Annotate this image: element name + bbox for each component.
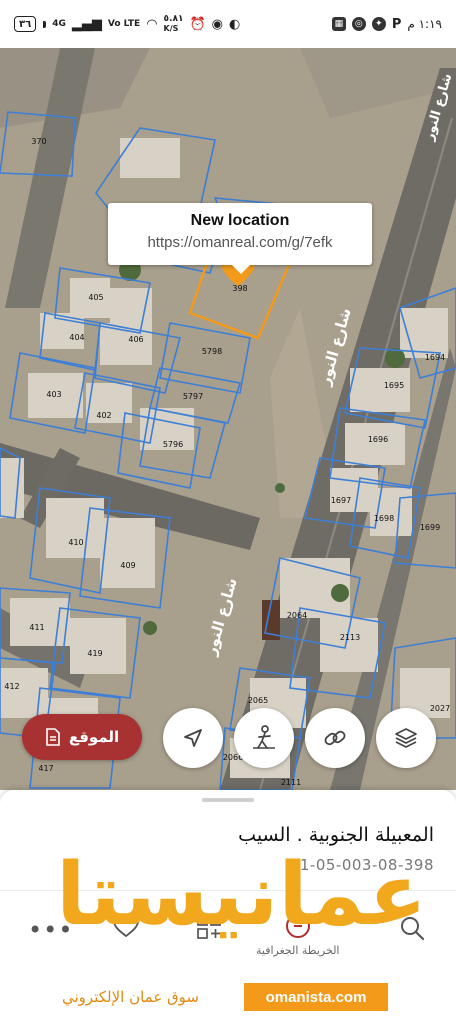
satellite-map: 370 397 407 405 404 406 5798 403 402 579…	[0, 48, 456, 790]
plot-label: 406	[128, 335, 143, 344]
watermark-subtitle: سوق عمان الإلكتروني	[62, 988, 199, 1006]
popup-url[interactable]: https://omanreal.com/g/7efk	[108, 234, 372, 251]
plot-label: 402	[96, 411, 111, 420]
whatsapp-icon: ◎	[351, 17, 366, 31]
location-button-label: الموقع	[68, 728, 120, 746]
sheet-drag-handle[interactable]	[202, 798, 254, 802]
plot-label: 5797	[183, 392, 203, 401]
parking-app-icon: P	[391, 16, 402, 32]
status-time: ١:١٩ م	[407, 17, 442, 31]
plot-label: 419	[87, 649, 102, 658]
plot-label: 404	[69, 333, 84, 342]
plot-label: 5798	[202, 347, 222, 356]
document-icon	[46, 728, 60, 746]
location-button[interactable]: الموقع	[22, 714, 142, 760]
plot-label: 1699	[420, 523, 440, 532]
selected-plot-label: 398	[232, 284, 247, 293]
signal-icon: ▂▄▆	[71, 16, 102, 32]
messenger-icon: ✦	[371, 17, 386, 31]
plot-label: 1696	[368, 435, 388, 444]
plot-label: 417	[38, 764, 53, 773]
layers-icon	[395, 728, 417, 748]
plot-label: 412	[4, 682, 19, 691]
geographic-map-label: الخريطة الجغرافية	[256, 944, 340, 957]
data-speed-value: ٥.٨١	[163, 14, 184, 24]
status-bar: ٣٦ 4G ▂▄▆ Vo LTE ◠ ٥.٨١ K/S ⏰ ◉ ◐ ▦ ◎ ✦ P…	[0, 0, 456, 48]
plot-label: 409	[120, 561, 135, 570]
alarm-icon: ⏰	[189, 16, 206, 32]
data-speed-unit: K/S	[163, 24, 179, 33]
plot-label: 5796	[163, 440, 183, 449]
plot-label: 370	[31, 137, 46, 146]
plot-label: 1698	[374, 514, 394, 523]
notification-app-icon: ▦	[331, 17, 346, 31]
link-icon	[324, 730, 346, 746]
plot-label: 1694	[425, 353, 445, 362]
location-popup[interactable]: New location https://omanreal.com/g/7efk	[108, 203, 372, 274]
data-speed: ٥.٨١ K/S	[163, 14, 184, 34]
plot-label: 2027	[430, 704, 450, 713]
plot-label: 411	[29, 623, 44, 632]
plot-label: 2064	[287, 611, 307, 620]
layers-button[interactable]	[376, 708, 436, 768]
plot-label: 405	[88, 293, 103, 302]
network-4g: 4G	[52, 18, 66, 29]
volte-badge: Vo LTE	[107, 18, 141, 29]
data-saver-icon: ◐	[228, 16, 241, 32]
area-name: المعبيلة الجنوبية . السيب	[238, 824, 434, 846]
watermark-logo: عمانيستا	[56, 845, 429, 945]
plot-label: 2065	[248, 696, 268, 705]
share-link-button[interactable]	[305, 708, 365, 768]
status-right: ▦ ◎ ✦ P ١:١٩ م	[331, 16, 442, 32]
battery-icon: ٣٦	[14, 16, 37, 32]
map-view[interactable]: 370 397 407 405 404 406 5798 403 402 579…	[0, 48, 456, 790]
popup-title: New location	[190, 212, 290, 229]
status-left: ٣٦ 4G ▂▄▆ Vo LTE ◠ ٥.٨١ K/S ⏰ ◉ ◐	[14, 15, 240, 33]
location-status-icon: ◉	[211, 16, 223, 32]
navigate-button[interactable]	[163, 708, 223, 768]
watermark-domain: omanista.com	[244, 983, 388, 1011]
pedestrian-icon	[253, 725, 275, 749]
battery-level: ٣٦	[19, 18, 32, 30]
plot-label: 2111	[281, 778, 301, 787]
network-4g-label: 4G	[52, 18, 66, 29]
navigate-icon	[184, 729, 202, 747]
plot-label: 1697	[331, 496, 351, 505]
plot-label: 403	[46, 390, 61, 399]
plot-label: 410	[68, 538, 83, 547]
plot-label: 2113	[340, 633, 360, 642]
street-view-button[interactable]	[234, 708, 294, 768]
battery-tip	[43, 20, 47, 28]
wifi-icon: ◠	[146, 16, 158, 32]
plot-label: 1695	[384, 381, 404, 390]
